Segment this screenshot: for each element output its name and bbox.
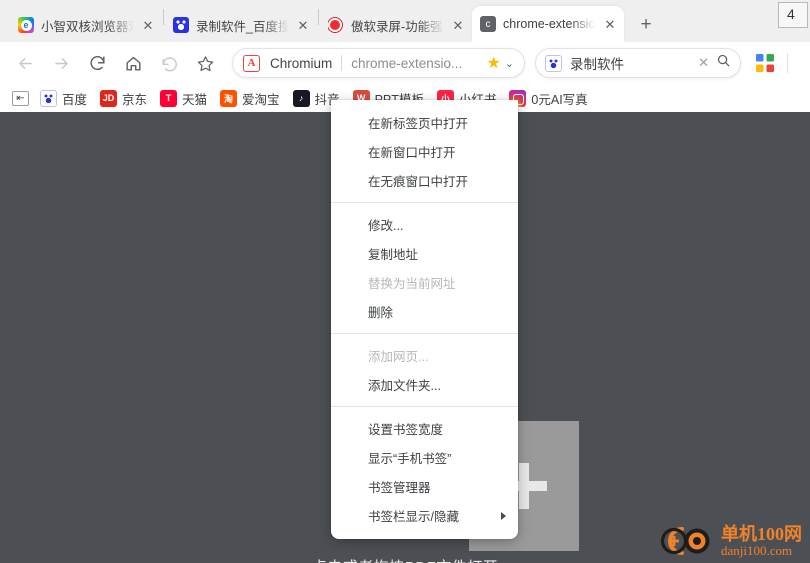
watermark-title: 单机100网 — [721, 523, 802, 544]
undo-button[interactable] — [154, 48, 184, 78]
search-icon[interactable] — [716, 53, 731, 73]
tmall-icon: T — [160, 89, 178, 107]
tab-close-icon[interactable]: ✕ — [450, 17, 466, 33]
window-controls-corner[interactable]: 4 — [778, 2, 808, 28]
chevron-down-icon[interactable]: ⌄ — [505, 57, 514, 70]
tab-separator — [163, 8, 164, 25]
bookmarks-collapse-icon[interactable]: ⇤ — [12, 90, 29, 106]
browser-window: 小智双核浏览器欢迎 ✕ 录制软件_百度搜索 ✕ 傲软录屏-功能强大 ✕ chro… — [0, 0, 810, 563]
bookmark-context-menu[interactable]: 在新标签页中打开 在新窗口中打开 在无痕窗口中打开 修改... 复制地址 替换为… — [331, 100, 518, 539]
tab-1[interactable]: 录制软件_百度搜索 ✕ — [165, 8, 317, 42]
menu-item-show-mobile-bookmarks[interactable]: 显示“手机书签” — [331, 443, 518, 472]
menu-item-open-new-window[interactable]: 在新窗口中打开 — [331, 137, 518, 166]
browser-toolbar: A Chromium chrome-extensio... ★ ⌄ 录制软件 ✕ — [0, 42, 810, 84]
bookmark-label: 爱淘宝 — [242, 92, 280, 107]
bookmark-star-button[interactable] — [190, 48, 220, 78]
menu-item-delete[interactable]: 删除 — [331, 297, 518, 326]
tab-close-icon[interactable]: ✕ — [140, 17, 156, 33]
chrome-extension-icon — [480, 16, 496, 32]
taobao-icon: 淘 — [220, 89, 238, 107]
menu-item-bookmark-manager[interactable]: 书签管理器 — [331, 472, 518, 501]
menu-item-open-new-tab[interactable]: 在新标签页中打开 — [331, 108, 518, 137]
omnibox-divider — [341, 55, 343, 71]
edge-browser-icon — [18, 17, 34, 33]
apowersoft-record-icon — [328, 17, 344, 33]
baidu-icon — [173, 17, 189, 33]
menu-item-replace-with-current-url: 替换为当前网址 — [368, 277, 456, 291]
apps-grid-icon[interactable] — [751, 49, 779, 77]
omnibox-url-text[interactable]: chrome-extensio... — [351, 56, 480, 71]
douyin-icon: ♪ — [292, 89, 310, 107]
tab-title: 傲软录屏-功能强大 — [351, 19, 444, 34]
bookmark-label: 京东 — [122, 92, 148, 107]
tab-title: 录制软件_百度搜索 — [196, 19, 289, 34]
menu-item-copy-address[interactable]: 复制地址 — [331, 239, 518, 268]
watermark-text: 单机100网 danji100.com — [721, 523, 802, 558]
tab-2[interactable]: 傲软录屏-功能强大 ✕ — [320, 8, 472, 42]
submenu-arrow-icon — [501, 511, 506, 520]
home-button[interactable] — [118, 48, 148, 78]
tab-title: chrome-extension — [503, 17, 596, 31]
clear-search-icon[interactable]: ✕ — [698, 55, 709, 71]
baidu-icon — [40, 89, 57, 107]
star-filled-icon[interactable]: ★ — [486, 53, 500, 73]
menu-item-add-page: 添加网页... — [368, 350, 429, 364]
menu-separator — [331, 406, 518, 407]
bookmark-label: 百度 — [62, 92, 88, 107]
bookmark-item-taobao[interactable]: 淘 爱淘宝 — [220, 89, 280, 108]
menu-item-open-incognito[interactable]: 在无痕窗口中打开 — [331, 166, 518, 195]
tab-title: 小智双核浏览器欢迎 — [41, 19, 134, 34]
tab-close-icon[interactable]: ✕ — [602, 16, 618, 32]
window-badge-number: 4 — [787, 6, 795, 22]
new-tab-button[interactable]: + — [632, 10, 660, 38]
menu-item-add-folder[interactable]: 添加文件夹... — [331, 370, 518, 399]
pdf-icon: A — [243, 54, 260, 72]
watermark: 单机100网 danji100.com — [652, 523, 802, 559]
bookmark-item-ai-photo[interactable]: 0元AI写真 — [509, 89, 588, 108]
bookmark-item-jd[interactable]: JD 京东 — [100, 89, 147, 108]
tab-0[interactable]: 小智双核浏览器欢迎 ✕ — [10, 8, 162, 42]
toolbar-divider — [787, 53, 788, 73]
menu-item-label: 书签栏显示/隐藏 — [368, 510, 459, 524]
menu-item-toggle-bookmarks-bar[interactable]: 书签栏显示/隐藏 — [331, 501, 518, 530]
watermark-logo-icon — [652, 523, 714, 559]
baidu-search-icon — [545, 54, 562, 72]
bookmark-item-tmall[interactable]: T 天猫 — [160, 89, 207, 108]
omnibox-app-name: Chromium — [270, 55, 333, 71]
forward-button[interactable] — [46, 48, 76, 78]
tab-3-active[interactable]: chrome-extension ✕ — [472, 6, 624, 42]
bookmark-label: 天猫 — [182, 92, 208, 107]
menu-separator — [331, 202, 518, 203]
watermark-domain: danji100.com — [721, 542, 793, 558]
menu-separator — [331, 333, 518, 334]
tab-separator — [318, 8, 319, 25]
tab-close-icon[interactable]: ✕ — [295, 17, 311, 33]
search-input[interactable]: 录制软件 — [570, 53, 698, 73]
back-button[interactable] — [10, 48, 40, 78]
menu-item-set-bookmark-width[interactable]: 设置书签宽度 — [331, 414, 518, 443]
jd-icon: JD — [100, 89, 118, 107]
menu-item-edit[interactable]: 修改... — [331, 210, 518, 239]
address-bar[interactable]: A Chromium chrome-extensio... ★ ⌄ — [232, 48, 525, 78]
search-bar[interactable]: 录制软件 ✕ — [535, 48, 741, 78]
reload-button[interactable] — [82, 48, 112, 78]
tab-list: 小智双核浏览器欢迎 ✕ 录制软件_百度搜索 ✕ 傲软录屏-功能强大 ✕ chro… — [0, 0, 660, 42]
bookmark-label: 0元AI写真 — [531, 92, 588, 107]
tab-strip: 小智双核浏览器欢迎 ✕ 录制软件_百度搜索 ✕ 傲软录屏-功能强大 ✕ chro… — [0, 0, 810, 42]
bookmark-item-baidu[interactable]: 百度 — [40, 89, 87, 108]
